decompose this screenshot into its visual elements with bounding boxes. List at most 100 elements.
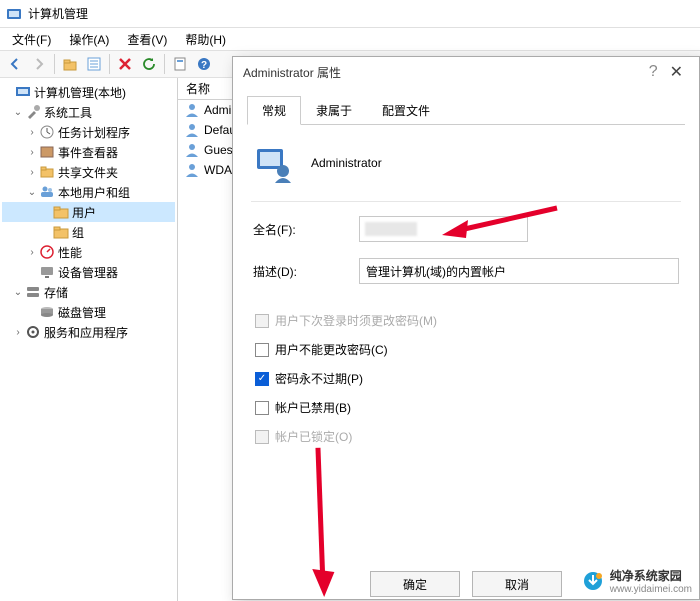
folder-icon xyxy=(53,224,69,240)
refresh-button[interactable] xyxy=(138,53,160,75)
dialog-title: Administrator 属性 xyxy=(243,64,341,81)
tree-twisty[interactable]: ⌄ xyxy=(12,107,24,118)
tree-performance[interactable]: 性能 xyxy=(58,244,82,261)
folder-icon xyxy=(53,204,69,220)
device-manager-icon xyxy=(39,264,55,280)
up-button[interactable] xyxy=(59,53,81,75)
ok-button[interactable]: 确定 xyxy=(370,571,460,597)
menu-help[interactable]: 帮助(H) xyxy=(177,29,234,50)
description-row: 描述(D): xyxy=(247,250,685,292)
help-button[interactable]: ? xyxy=(193,53,215,75)
user-icon xyxy=(184,162,200,178)
users-groups-icon xyxy=(39,184,55,200)
cancel-button[interactable]: 取消 xyxy=(472,571,562,597)
checkbox-icon[interactable] xyxy=(255,343,269,357)
tree-system-tools[interactable]: 系统工具 xyxy=(44,104,92,121)
properties-button[interactable] xyxy=(83,53,105,75)
storage-icon xyxy=(25,284,41,300)
dialog-close-button[interactable]: ✕ xyxy=(664,62,689,82)
services-icon xyxy=(25,324,41,340)
fullname-row: 全名(F): xyxy=(247,208,685,250)
watermark-url: www.yidaimei.com xyxy=(610,584,692,595)
check-must-change: 用户下次登录时须更改密码(M) xyxy=(247,306,685,335)
check-disabled[interactable]: 帐户已禁用(B) xyxy=(247,393,685,422)
description-label: 描述(D): xyxy=(253,263,349,280)
tree-shared-folders[interactable]: 共享文件夹 xyxy=(58,164,118,181)
description-input[interactable] xyxy=(359,258,679,284)
toolbar-separator xyxy=(109,54,110,74)
delete-button[interactable] xyxy=(114,53,136,75)
tree-groups[interactable]: 组 xyxy=(72,224,84,241)
tree-twisty[interactable]: ⌄ xyxy=(26,187,38,198)
checkbox-icon xyxy=(255,314,269,328)
export-button[interactable] xyxy=(169,53,191,75)
list-item-label: WDA xyxy=(204,163,232,177)
user-icon xyxy=(184,102,200,118)
tree-storage[interactable]: 存储 xyxy=(44,284,68,301)
dialog-titlebar[interactable]: Administrator 属性 ? ✕ xyxy=(233,57,699,87)
svg-text:?: ? xyxy=(201,60,207,71)
watermark-name: 纯净系统家园 xyxy=(610,567,692,584)
tree-device-manager[interactable]: 设备管理器 xyxy=(58,264,118,281)
check-cannot-change-label: 用户不能更改密码(C) xyxy=(275,341,388,358)
tree-root[interactable]: 计算机管理(本地) xyxy=(34,84,126,101)
performance-icon xyxy=(39,244,55,260)
watermark: 纯净系统家园 www.yidaimei.com xyxy=(582,567,692,595)
tab-general[interactable]: 常规 xyxy=(247,96,301,125)
tree-twisty[interactable]: › xyxy=(12,327,24,338)
window-title: 计算机管理 xyxy=(28,5,88,22)
checkbox-icon xyxy=(255,430,269,444)
window-titlebar: 计算机管理 xyxy=(0,0,700,28)
tree-twisty[interactable]: ⌄ xyxy=(12,287,24,298)
app-icon xyxy=(6,6,22,22)
tools-icon xyxy=(25,104,41,120)
check-locked: 帐户已锁定(O) xyxy=(247,422,685,451)
menubar: 文件(F) 操作(A) 查看(V) 帮助(H) xyxy=(0,28,700,50)
list-item-label: Gues xyxy=(204,143,233,157)
user-icon xyxy=(184,142,200,158)
computer-icon xyxy=(15,84,31,100)
dialog-help-button[interactable]: ? xyxy=(643,63,664,81)
toolbar-separator xyxy=(164,54,165,74)
tree-twisty[interactable]: › xyxy=(26,167,38,178)
tree-local-users[interactable]: 本地用户和组 xyxy=(58,184,130,201)
properties-dialog: Administrator 属性 ? ✕ 常规 隶属于 配置文件 Adminis… xyxy=(232,56,700,600)
scheduler-icon xyxy=(39,124,55,140)
tree-twisty[interactable]: › xyxy=(26,147,38,158)
tree-services-apps[interactable]: 服务和应用程序 xyxy=(44,324,128,341)
tab-member-of[interactable]: 隶属于 xyxy=(301,96,367,125)
check-locked-label: 帐户已锁定(O) xyxy=(275,428,352,445)
user-large-icon xyxy=(253,143,293,183)
back-button[interactable] xyxy=(4,53,26,75)
user-icon xyxy=(184,122,200,138)
menu-file[interactable]: 文件(F) xyxy=(4,29,59,50)
dialog-body: 常规 隶属于 配置文件 Administrator 全名(F): 描述(D): xyxy=(233,87,699,599)
forward-button[interactable] xyxy=(28,53,50,75)
check-never-expires[interactable]: ✓ 密码永不过期(P) xyxy=(247,364,685,393)
fullname-label: 全名(F): xyxy=(253,221,349,238)
check-must-change-label: 用户下次登录时须更改密码(M) xyxy=(275,312,437,329)
dialog-tabs: 常规 隶属于 配置文件 xyxy=(247,95,685,125)
tree-disk-management[interactable]: 磁盘管理 xyxy=(58,304,106,321)
tree-task-scheduler[interactable]: 任务计划程序 xyxy=(58,124,130,141)
tree-twisty[interactable]: › xyxy=(26,127,38,138)
tab-profile[interactable]: 配置文件 xyxy=(367,96,445,125)
checkbox-icon[interactable]: ✓ xyxy=(255,372,269,386)
tree-event-viewer[interactable]: 事件查看器 xyxy=(58,144,118,161)
event-viewer-icon xyxy=(39,144,55,160)
check-cannot-change[interactable]: 用户不能更改密码(C) xyxy=(247,335,685,364)
menu-action[interactable]: 操作(A) xyxy=(61,29,117,50)
shared-folders-icon xyxy=(39,164,55,180)
check-never-expires-label: 密码永不过期(P) xyxy=(275,370,363,387)
disk-management-icon xyxy=(39,304,55,320)
user-header: Administrator xyxy=(247,125,685,201)
tree-users[interactable]: 用户 xyxy=(72,204,96,221)
redacted-text xyxy=(365,222,417,236)
nav-tree: 计算机管理(本地) ⌄ 系统工具 › 任务计划程序 › 事件查看器 › 共享文件夹 ⌄ 本… xyxy=(0,78,178,601)
checkbox-icon[interactable] xyxy=(255,401,269,415)
username-label: Administrator xyxy=(311,156,382,170)
watermark-logo-icon xyxy=(582,570,604,592)
menu-view[interactable]: 查看(V) xyxy=(119,29,175,50)
check-disabled-label: 帐户已禁用(B) xyxy=(275,399,351,416)
tree-twisty[interactable]: › xyxy=(26,247,38,258)
